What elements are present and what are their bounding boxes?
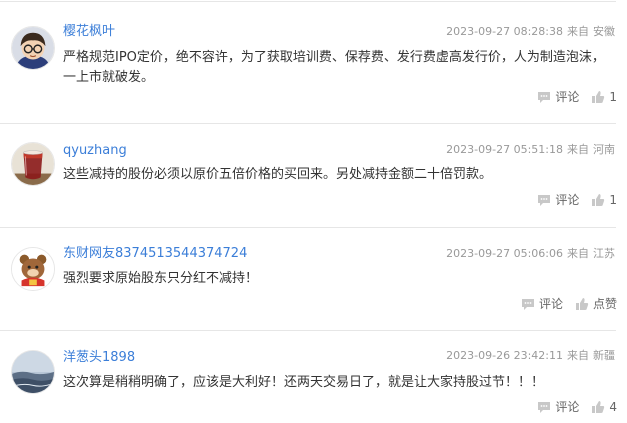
comment-actions: 评论 1	[537, 192, 617, 208]
comment-item: 樱花枫叶 2023-09-27 08:28:38 来自 安徽 严格规范IPO定价，绝…	[0, 0, 627, 124]
comment-actions: 评论 4	[537, 399, 617, 415]
comment-source: 来自	[567, 25, 589, 38]
comment-source: 来自	[567, 349, 589, 362]
comment-date: 2023-09-27 08:28:38	[446, 25, 563, 38]
like-button[interactable]: 4	[591, 399, 617, 415]
username-link[interactable]: 东财网友8374513544374724	[63, 246, 247, 262]
comment-item: qyuzhang 2023-09-27 05:51:18 来自 河南 这些减持的股份…	[0, 124, 627, 228]
comment-item: 洋葱头1898 2023-09-26 23:42:11 来自 新疆 这次算是稍稍明确…	[0, 331, 627, 423]
comment-bubble-icon	[538, 401, 551, 413]
reply-label: 评论	[555, 193, 580, 207]
reply-label: 评论	[555, 400, 580, 414]
comment-text: 强烈要求原始股东只分红不减持！	[63, 271, 259, 286]
like-button[interactable]: 1	[591, 192, 617, 208]
comment-location: 江苏	[593, 247, 615, 260]
comment-meta: 2023-09-27 05:51:18 来自 河南	[446, 143, 615, 157]
comment-location: 河南	[593, 143, 615, 156]
like-button[interactable]: 点赞	[575, 296, 617, 312]
comment-date: 2023-09-27 05:51:18	[446, 143, 563, 156]
comment-location: 安徽	[593, 25, 615, 38]
reply-button[interactable]: 评论	[537, 399, 579, 415]
comment-meta: 2023-09-27 05:06:06 来自 江苏	[446, 247, 615, 261]
avatar-image	[12, 27, 54, 69]
like-count: 1	[609, 193, 617, 207]
comment-text: 严格规范IPO定价，绝不容许，为了获取培训费、保荐费、发行费虚高发行价，人为制造…	[63, 50, 605, 85]
username-link[interactable]: 洋葱头1898	[63, 350, 135, 366]
comment-bubble-icon	[538, 91, 551, 103]
avatar[interactable]	[11, 350, 55, 394]
like-label: 点赞	[592, 297, 617, 311]
avatar[interactable]	[11, 247, 55, 291]
avatar[interactable]	[11, 142, 55, 186]
thumbs-up-icon	[592, 401, 605, 413]
username-link[interactable]: qyuzhang	[63, 143, 127, 159]
comment-bubble-icon	[538, 194, 551, 206]
username-link[interactable]: 樱花枫叶	[63, 24, 115, 40]
reply-label: 评论	[538, 297, 563, 311]
comment-source: 来自	[567, 247, 589, 260]
comment-meta: 2023-09-27 08:28:38 来自 安徽	[446, 25, 615, 39]
comment-date: 2023-09-26 23:42:11	[446, 349, 563, 362]
thumbs-up-icon	[592, 91, 605, 103]
comment-date: 2023-09-27 05:06:06	[446, 247, 563, 260]
thumbs-up-icon	[592, 194, 605, 206]
comment-location: 新疆	[593, 349, 615, 362]
comment-text: 这次算是稍稍明确了，应该是大利好！还两天交易日了，就是让大家持股过节！！！	[63, 375, 545, 390]
like-count: 4	[609, 400, 617, 414]
thumbs-up-icon	[575, 298, 589, 310]
avatar-image	[12, 351, 54, 393]
reply-label: 评论	[555, 90, 580, 104]
like-count: 1	[609, 90, 617, 104]
reply-button[interactable]: 评论	[521, 296, 563, 312]
avatar[interactable]	[11, 26, 55, 70]
comment-actions: 评论 1	[537, 89, 617, 105]
reply-button[interactable]: 评论	[537, 89, 579, 105]
comment-bubble-icon	[521, 298, 534, 310]
comment-actions: 评论 点赞	[521, 296, 617, 312]
like-button[interactable]: 1	[591, 89, 617, 105]
comment-meta: 2023-09-26 23:42:11 来自 新疆	[446, 349, 615, 363]
comment-source: 来自	[567, 143, 589, 156]
comment-text: 这些减持的股份必须以原价五倍价格的买回来。另处减持金额二十倍罚款。	[63, 167, 493, 182]
avatar-image	[12, 143, 54, 185]
comment-item: 东财网友8374513544374724 2023-09-27 05:06:06…	[0, 228, 627, 331]
avatar-image	[12, 248, 54, 290]
reply-button[interactable]: 评论	[537, 192, 579, 208]
